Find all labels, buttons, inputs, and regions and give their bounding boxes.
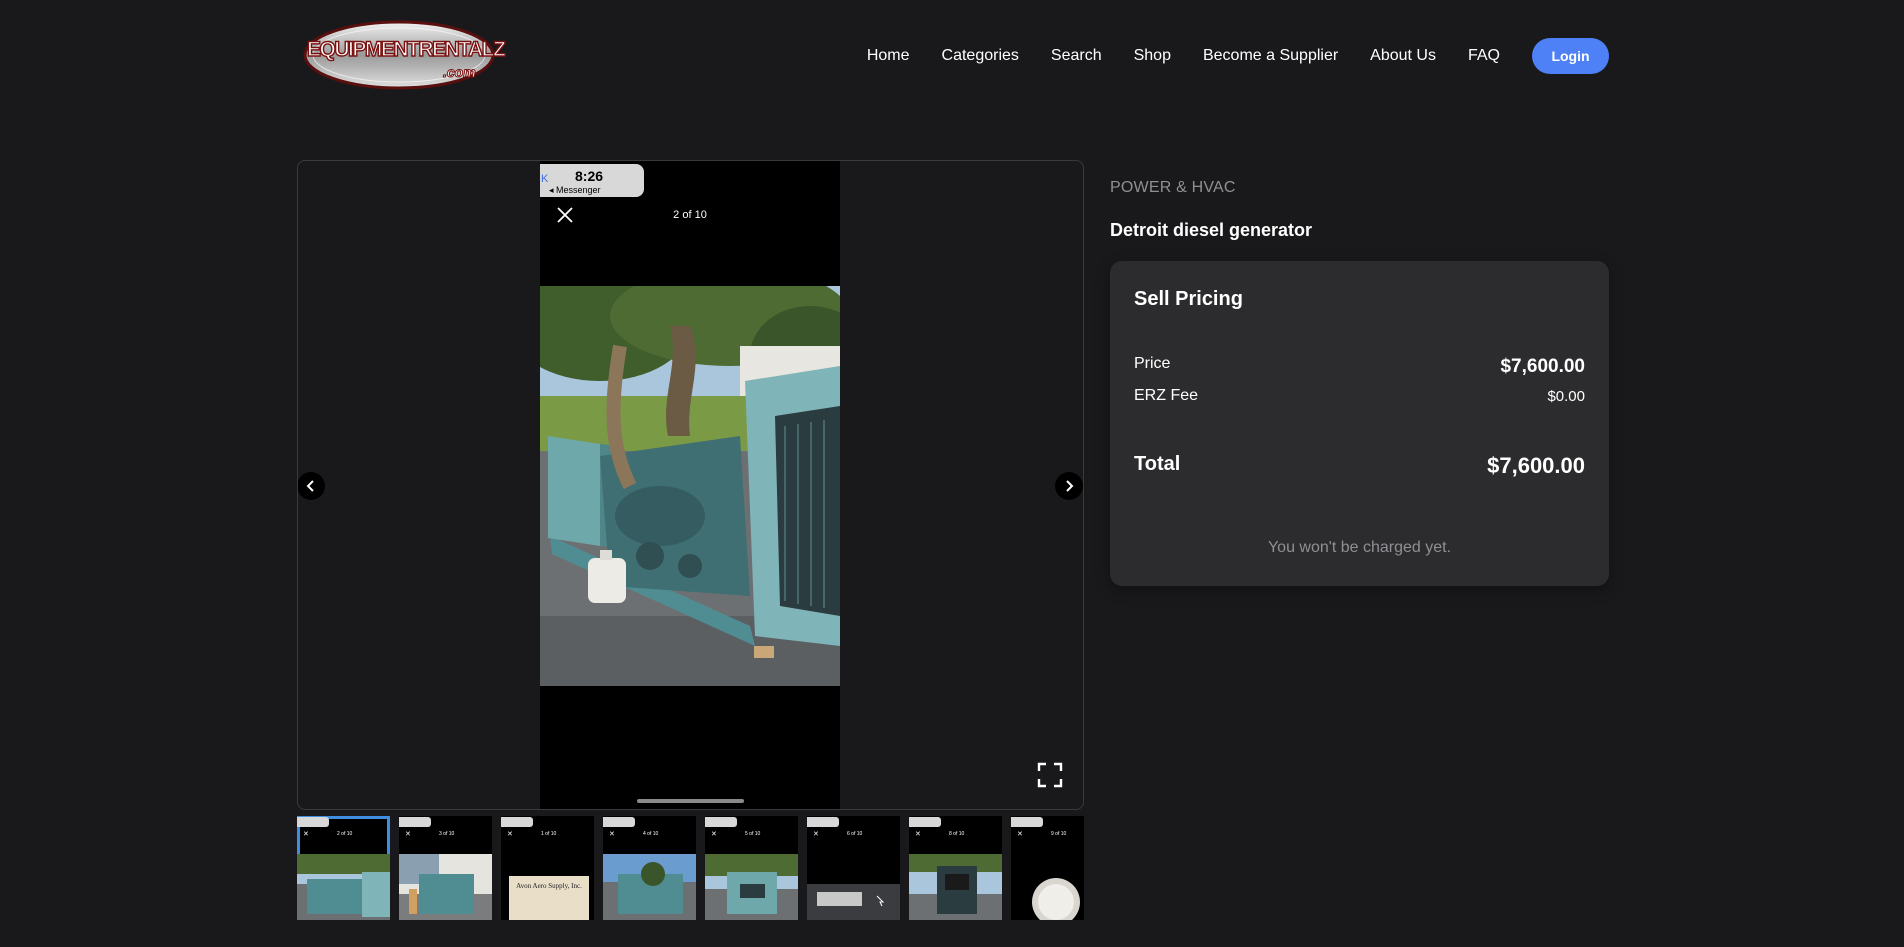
thumb-counter: 9 of 10 bbox=[1051, 831, 1067, 837]
thumbnail[interactable]: ✕ 1 of 10 Avon Aero Supply, Inc. bbox=[501, 816, 594, 920]
thumb-status-pill bbox=[807, 817, 839, 827]
thumb-counter: 5 of 10 bbox=[745, 831, 761, 837]
next-image-button[interactable] bbox=[1055, 472, 1083, 500]
nav-categories[interactable]: Categories bbox=[942, 47, 1019, 65]
chevron-right-icon bbox=[1066, 480, 1074, 492]
thumb-image bbox=[399, 854, 492, 920]
total-label: Total bbox=[1134, 453, 1181, 475]
thumb-status-pill bbox=[603, 817, 635, 827]
close-icon: ✕ bbox=[915, 831, 921, 838]
thumbnail[interactable]: ✕ 3 of 10 bbox=[399, 816, 492, 920]
status-time: 8:26 bbox=[575, 168, 604, 184]
charge-note: You won't be charged yet. bbox=[1267, 539, 1452, 556]
image-counter: 2 of 10 bbox=[673, 209, 707, 221]
thumbnail[interactable]: ✕ 5 of 10 bbox=[705, 816, 798, 920]
nav-become-supplier[interactable]: Become a Supplier bbox=[1203, 47, 1338, 65]
home-indicator bbox=[637, 799, 744, 803]
close-icon: ✕ bbox=[1017, 831, 1023, 838]
thumb-counter: 8 of 10 bbox=[949, 831, 965, 837]
status-back-label: ◂ Messenger bbox=[549, 185, 601, 195]
close-icon: ✕ bbox=[507, 831, 513, 838]
thumb-image bbox=[705, 854, 798, 920]
main-image: K 8:26 ◂ Messenger 2 of 10 bbox=[540, 161, 840, 809]
thumb-status-pill bbox=[501, 817, 533, 827]
close-icon: ✕ bbox=[609, 831, 615, 838]
price-label: Price bbox=[1134, 355, 1171, 372]
nav-shop[interactable]: Shop bbox=[1134, 47, 1171, 65]
close-icon: ✕ bbox=[303, 831, 309, 838]
thumb-status-pill bbox=[1011, 817, 1043, 827]
thumb-image bbox=[297, 854, 390, 920]
status-back-glyph: K bbox=[541, 173, 549, 185]
fee-value: $0.00 bbox=[1547, 388, 1585, 405]
thumb-status-pill bbox=[705, 817, 737, 827]
thumbnail[interactable]: ✕ 9 of 10 bbox=[1011, 816, 1084, 920]
nav-about-us[interactable]: About Us bbox=[1370, 47, 1436, 65]
thumb-status-pill bbox=[399, 817, 431, 827]
thumb-counter: 6 of 10 bbox=[847, 831, 863, 837]
thumb-counter: 1 of 10 bbox=[541, 831, 557, 837]
thumb-image bbox=[807, 854, 900, 920]
nav-home[interactable]: Home bbox=[867, 47, 910, 65]
status-pill: K 8:26 ◂ Messenger bbox=[540, 164, 644, 197]
thumb-counter: 2 of 10 bbox=[337, 831, 353, 837]
nav-search[interactable]: Search bbox=[1051, 47, 1102, 65]
pricing-heading: Sell Pricing bbox=[1134, 288, 1243, 310]
chevron-left-icon bbox=[306, 480, 314, 492]
thumbnail[interactable]: ✕ 2 of 10 bbox=[297, 816, 390, 920]
thumb-status-pill bbox=[909, 817, 941, 827]
product-title: Detroit diesel generator bbox=[1110, 220, 1313, 240]
thumb-image bbox=[1011, 854, 1084, 920]
logo-subtext: .com bbox=[443, 64, 477, 81]
thumb-image bbox=[603, 854, 696, 920]
site-header: EQUIPMENTRENTALZ .com Home Categories Se… bbox=[297, 0, 1609, 110]
main-nav: Home Categories Search Shop Become a Sup… bbox=[867, 37, 1609, 75]
logo-text: EQUIPMENTRENTALZ bbox=[306, 37, 506, 61]
generator-photo bbox=[540, 286, 840, 686]
login-button[interactable]: Login bbox=[1532, 38, 1609, 74]
thumbnail-strip: ✕ 2 of 10 ✕ 3 of 10 ✕ 1 of 10 Avon Aero … bbox=[297, 816, 1084, 920]
thumb-counter: 3 of 10 bbox=[439, 831, 455, 837]
close-icon: ✕ bbox=[813, 831, 819, 838]
thumbnail[interactable]: ✕ 4 of 10 bbox=[603, 816, 696, 920]
thumbnail[interactable]: ✕ 8 of 10 bbox=[909, 816, 1002, 920]
close-icon: ✕ bbox=[405, 831, 411, 838]
price-value: $7,600.00 bbox=[1500, 356, 1585, 377]
pricing-card: Sell Pricing Price $7,600.00 ERZ Fee $0.… bbox=[1110, 261, 1609, 586]
close-icon: ✕ bbox=[711, 831, 717, 838]
thumb-counter: 4 of 10 bbox=[643, 831, 659, 837]
image-gallery: K 8:26 ◂ Messenger 2 of 10 bbox=[297, 160, 1084, 810]
prev-image-button[interactable] bbox=[298, 472, 325, 500]
product-category: POWER & HVAC bbox=[1110, 179, 1236, 196]
nav-faq[interactable]: FAQ bbox=[1468, 47, 1500, 65]
thumb-image bbox=[909, 854, 1002, 920]
site-logo[interactable]: EQUIPMENTRENTALZ .com bbox=[303, 20, 506, 90]
fee-label: ERZ Fee bbox=[1134, 387, 1199, 404]
thumb-status-pill bbox=[297, 817, 329, 827]
thumbnail[interactable]: ✕ 6 of 10 bbox=[807, 816, 900, 920]
total-value: $7,600.00 bbox=[1487, 453, 1585, 478]
thumb-sign-text: Avon Aero Supply, Inc. bbox=[516, 882, 582, 890]
fullscreen-icon[interactable] bbox=[1037, 762, 1063, 788]
